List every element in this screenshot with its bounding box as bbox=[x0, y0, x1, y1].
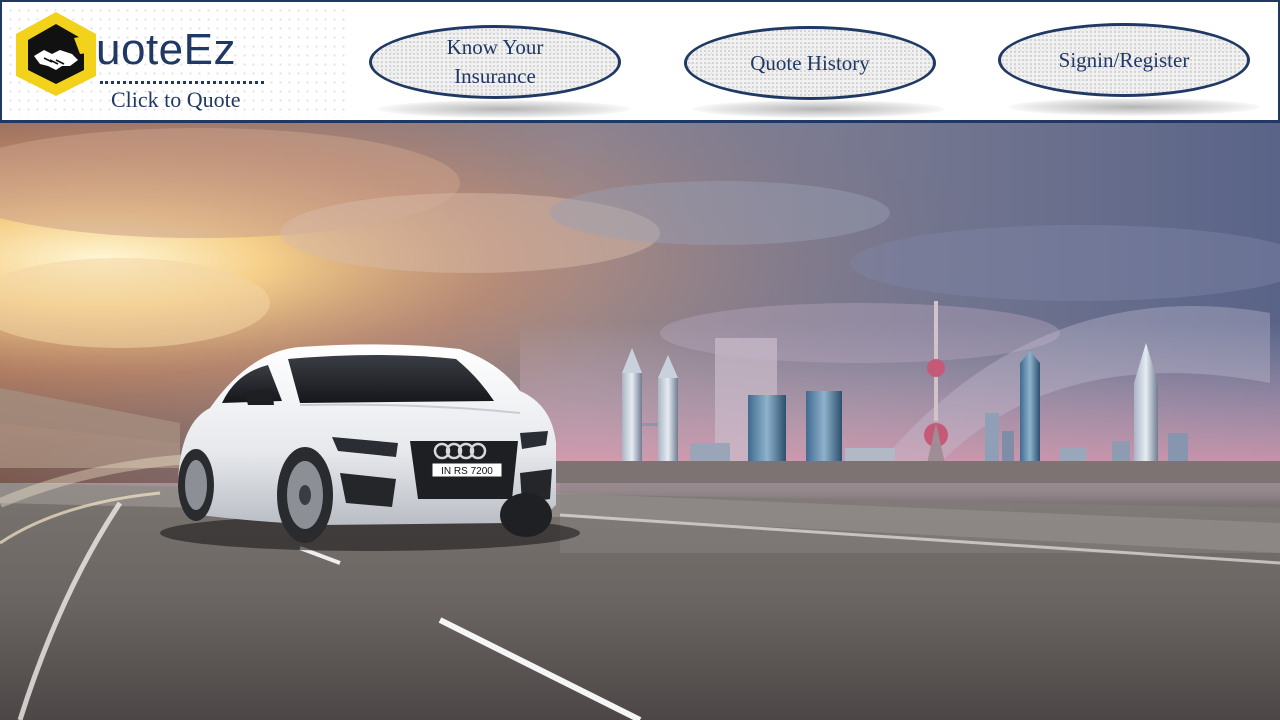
hero-banner: IN RS 7200 bbox=[0, 123, 1280, 720]
brand-logo[interactable]: uoteEz Click to Quote bbox=[12, 8, 272, 118]
handshake-icon bbox=[16, 12, 96, 96]
nav-shadow bbox=[1008, 98, 1260, 116]
signin-register-label: Signin/Register bbox=[1058, 47, 1190, 72]
know-your-insurance-button[interactable]: Know Your Insurance bbox=[369, 25, 621, 99]
header-bar: uoteEz Click to Quote Know Your Insuranc… bbox=[0, 0, 1280, 123]
brand-name: uoteEz bbox=[96, 25, 236, 74]
quote-history-label: Quote History bbox=[750, 50, 870, 75]
signin-register-button[interactable]: Signin/Register bbox=[998, 23, 1250, 97]
hero-illustration: IN RS 7200 bbox=[0, 123, 1280, 720]
nav-shadow bbox=[378, 100, 630, 118]
license-plate: IN RS 7200 bbox=[441, 466, 493, 477]
quote-history-button[interactable]: Quote History bbox=[684, 26, 936, 100]
brand-tagline: Click to Quote bbox=[111, 87, 241, 112]
know-your-insurance-label: Know Your Insurance bbox=[446, 35, 544, 88]
brand-underline bbox=[100, 81, 264, 84]
nav-shadow bbox=[693, 100, 945, 118]
